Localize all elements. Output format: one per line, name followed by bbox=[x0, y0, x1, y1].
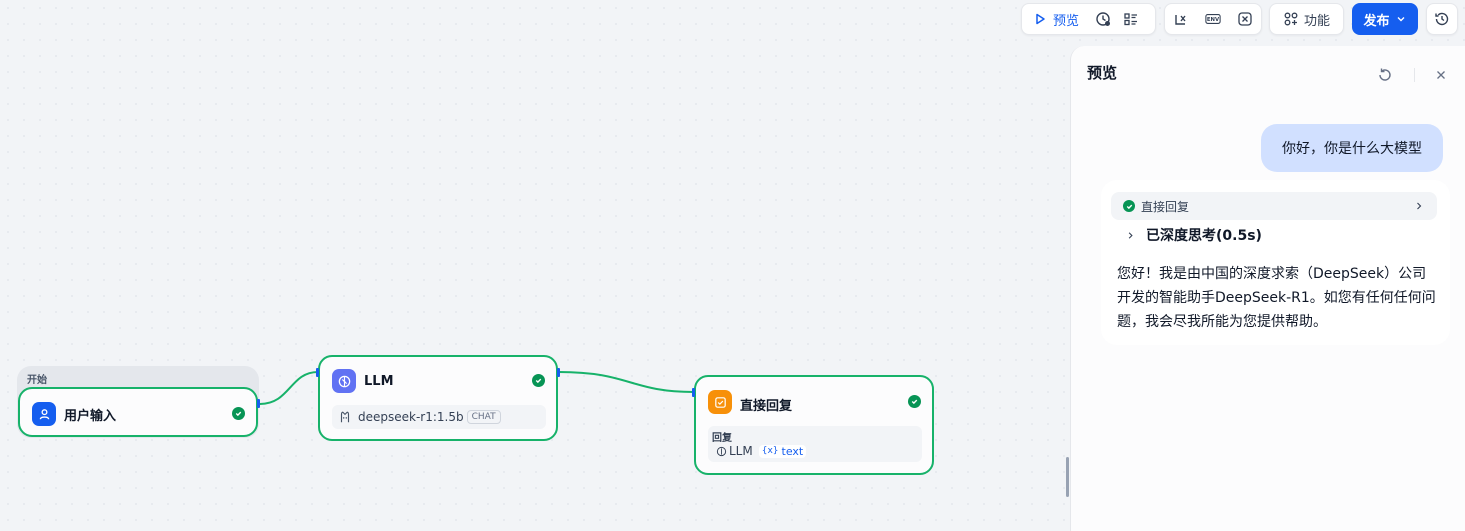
success-check-icon bbox=[1123, 200, 1135, 212]
user-message-text: 你好，你是什么大模型 bbox=[1282, 141, 1422, 157]
user-input-source-handle[interactable] bbox=[257, 399, 260, 408]
reply-field-box: 回复 LLM {x} text bbox=[708, 426, 922, 462]
edge-llm-to-reply bbox=[558, 371, 695, 393]
variable-brace-icon: {x} bbox=[761, 446, 779, 456]
user-input-node-title: 用户输入 bbox=[64, 409, 117, 424]
chevron-right-icon bbox=[1128, 231, 1133, 239]
reply-var-chip: {x} text bbox=[758, 444, 807, 458]
llm-model-row[interactable]: deepseek-r1:1.5b CHAT bbox=[332, 405, 546, 429]
reply-var-name: text bbox=[781, 444, 804, 458]
deep-thinking-toggle[interactable]: 已深度思考(0.5s) bbox=[1125, 225, 1262, 245]
success-check-icon bbox=[232, 407, 245, 420]
chevron-right-icon bbox=[1417, 202, 1422, 210]
preview-panel: 预览 你好，你是什么大模型 直接回复 已深度思考(0.5s) 您好！我是由中国的… bbox=[1070, 46, 1465, 531]
llm-target-handle[interactable] bbox=[316, 368, 319, 377]
restart-icon[interactable] bbox=[1377, 67, 1393, 83]
direct-reply-node-title: 直接回复 bbox=[740, 399, 793, 414]
llm-node[interactable]: LLM deepseek-r1:1.5b CHAT bbox=[318, 355, 558, 441]
direct-reply-node-icon bbox=[708, 390, 732, 414]
direct-reply-target-handle[interactable] bbox=[692, 388, 695, 397]
direct-reply-node[interactable]: 直接回复 回复 LLM {x} text bbox=[694, 375, 934, 475]
reply-variable-ref: LLM {x} text bbox=[716, 444, 807, 458]
llm-source-handle[interactable] bbox=[557, 368, 560, 377]
llm-model-name: deepseek-r1:1.5b bbox=[358, 410, 464, 424]
llm-node-title: LLM bbox=[364, 374, 394, 389]
workflow-step-label: 直接回复 bbox=[1141, 199, 1190, 214]
reply-field-label: 回复 bbox=[712, 433, 732, 444]
reply-icon bbox=[714, 396, 726, 408]
panel-header-divider bbox=[1414, 68, 1415, 82]
assistant-answer-text: 您好！我是由中国的深度求索（DeepSeek）公司开发的智能助手DeepSeek… bbox=[1117, 266, 1436, 330]
panel-resize-handle[interactable] bbox=[1066, 457, 1069, 497]
llm-small-icon bbox=[716, 446, 727, 456]
edge-start-to-llm bbox=[259, 371, 319, 405]
success-check-icon bbox=[532, 374, 545, 387]
brain-icon bbox=[338, 375, 350, 387]
user-input-node-icon bbox=[32, 402, 56, 426]
success-check-icon bbox=[908, 395, 921, 408]
start-group-label: 开始 bbox=[27, 375, 47, 386]
user-input-node[interactable]: 用户输入 bbox=[18, 387, 258, 437]
user-message-bubble: 你好，你是什么大模型 bbox=[1261, 124, 1443, 172]
reply-var-source: LLM bbox=[729, 444, 753, 458]
llm-mode-badge: CHAT bbox=[466, 410, 501, 424]
llm-node-icon bbox=[332, 369, 356, 393]
workflow-process-row[interactable]: 直接回复 bbox=[1111, 192, 1437, 220]
user-icon bbox=[39, 408, 49, 419]
assistant-message-card: 直接回复 已深度思考(0.5s) 您好！我是由中国的深度求索（DeepSeek）… bbox=[1101, 180, 1450, 345]
preview-panel-title: 预览 bbox=[1087, 64, 1118, 82]
model-provider-icon bbox=[340, 411, 350, 423]
thinking-label: 已深度思考(0.5s) bbox=[1146, 228, 1262, 244]
close-icon[interactable] bbox=[1434, 68, 1448, 82]
